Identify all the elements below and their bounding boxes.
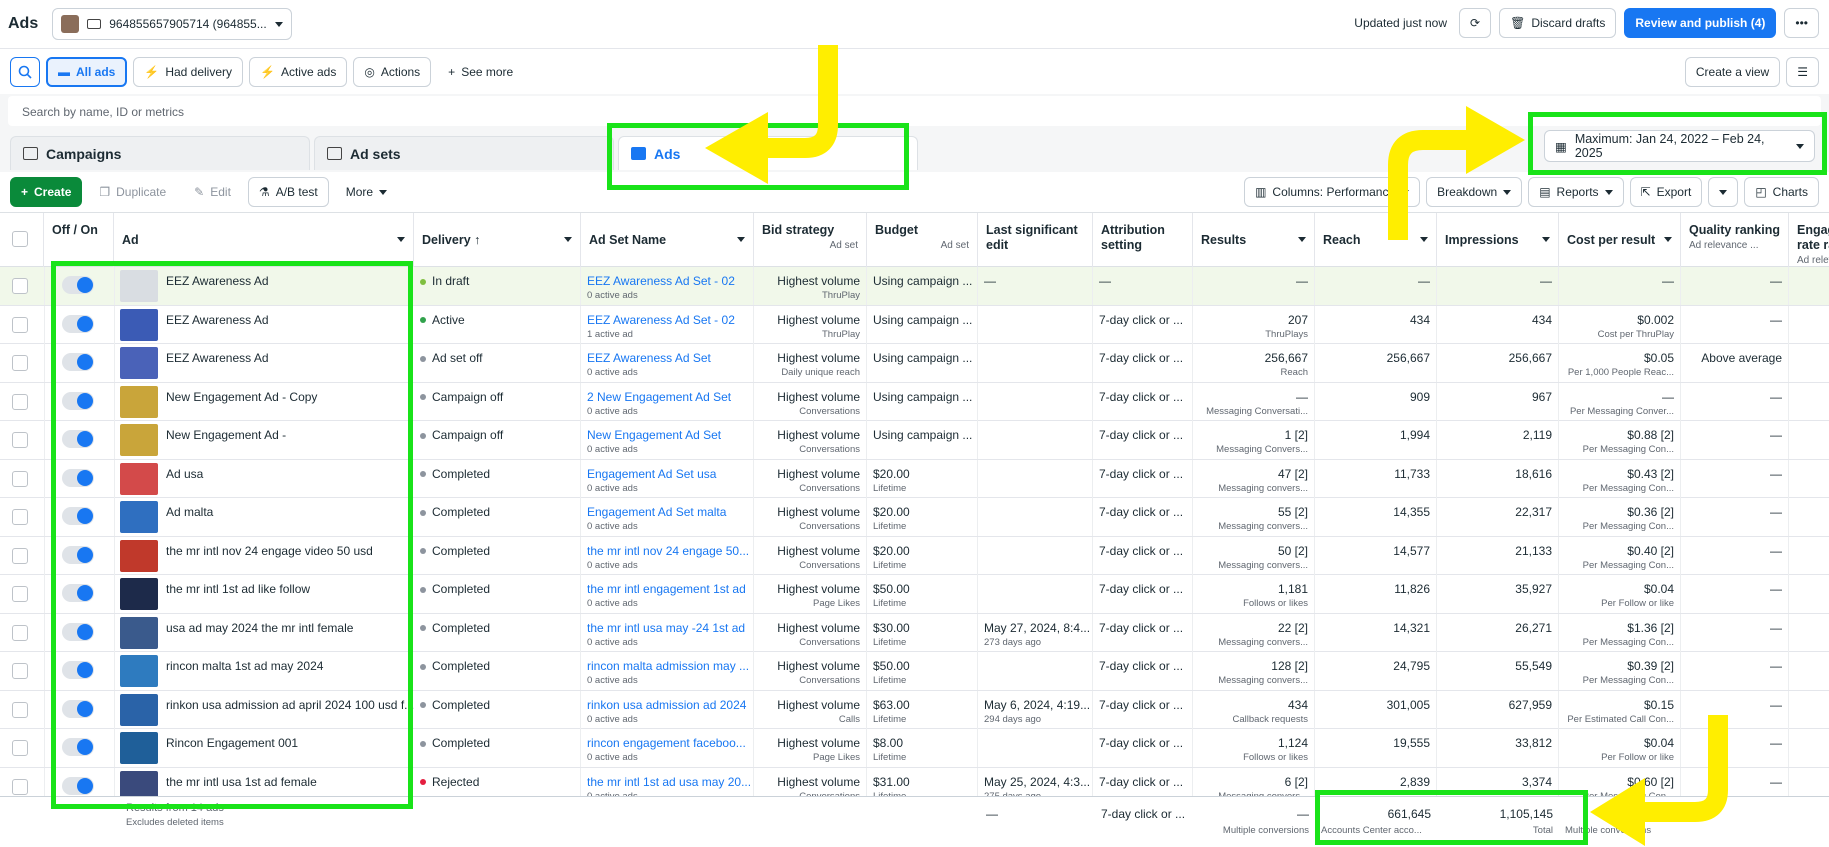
- arrow-to-date-range: [1388, 130, 1470, 240]
- arrow-to-totals: [1640, 715, 1728, 822]
- annotation-arrows: [705, 45, 1728, 846]
- arrow-head-icon: [1466, 106, 1525, 174]
- arrow-to-ads-tab: [765, 45, 838, 158]
- arrow-head-icon: [1590, 778, 1645, 846]
- arrow-head-icon: [705, 112, 768, 184]
